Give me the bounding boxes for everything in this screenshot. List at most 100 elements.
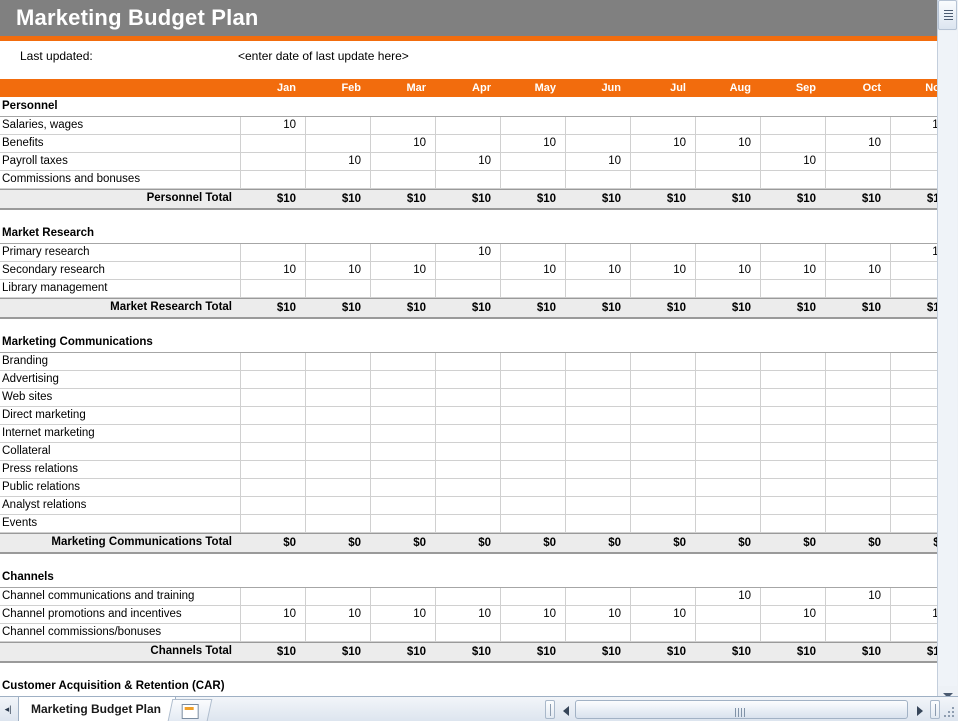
- cell-oct[interactable]: [825, 117, 890, 134]
- cell-mar[interactable]: 10: [370, 135, 435, 152]
- cell-aug[interactable]: [695, 461, 760, 478]
- cell-jan[interactable]: [240, 443, 305, 460]
- cell-oct[interactable]: 10: [825, 262, 890, 279]
- cell-sep[interactable]: [760, 117, 825, 134]
- cell-jun[interactable]: [565, 244, 630, 261]
- cell-apr[interactable]: [435, 624, 500, 641]
- cell-may[interactable]: 10: [500, 606, 565, 623]
- cell-mar[interactable]: [370, 588, 435, 605]
- scroll-end-handle[interactable]: [930, 700, 940, 719]
- cell-jun[interactable]: [565, 461, 630, 478]
- cell-apr[interactable]: [435, 497, 500, 514]
- cell-may[interactable]: [500, 117, 565, 134]
- cell-sep[interactable]: [760, 497, 825, 514]
- cell-mar[interactable]: [370, 461, 435, 478]
- cell-jun[interactable]: [565, 171, 630, 188]
- cell-oct[interactable]: 10: [825, 588, 890, 605]
- cell-may[interactable]: [500, 389, 565, 406]
- cell-jul[interactable]: 10: [630, 135, 695, 152]
- table-row[interactable]: Collateral: [0, 443, 955, 461]
- cell-jun[interactable]: 10: [565, 153, 630, 170]
- cell-sep[interactable]: [760, 479, 825, 496]
- table-row[interactable]: Commissions and bonuses: [0, 171, 955, 189]
- cell-jul[interactable]: [630, 117, 695, 134]
- cell-aug[interactable]: [695, 389, 760, 406]
- cell-feb[interactable]: [305, 443, 370, 460]
- cell-may[interactable]: [500, 461, 565, 478]
- cell-jan[interactable]: [240, 479, 305, 496]
- cell-apr[interactable]: 10: [435, 153, 500, 170]
- cell-jul[interactable]: [630, 407, 695, 424]
- cell-apr[interactable]: [435, 461, 500, 478]
- cell-jul[interactable]: [630, 425, 695, 442]
- cell-jun[interactable]: [565, 353, 630, 370]
- split-handle-icon[interactable]: [545, 700, 555, 719]
- cell-oct[interactable]: [825, 606, 890, 623]
- cell-aug[interactable]: [695, 353, 760, 370]
- cell-may[interactable]: [500, 244, 565, 261]
- cell-oct[interactable]: [825, 153, 890, 170]
- insert-worksheet-icon[interactable]: [167, 699, 213, 721]
- cell-jul[interactable]: [630, 371, 695, 388]
- table-row[interactable]: Internet marketing: [0, 425, 955, 443]
- cell-oct[interactable]: [825, 371, 890, 388]
- cell-mar[interactable]: [370, 443, 435, 460]
- cell-aug[interactable]: [695, 153, 760, 170]
- cell-oct[interactable]: [825, 497, 890, 514]
- cell-jan[interactable]: [240, 407, 305, 424]
- cell-oct[interactable]: [825, 461, 890, 478]
- vertical-scroll-track[interactable]: [938, 31, 957, 686]
- cell-jul[interactable]: [630, 479, 695, 496]
- cell-may[interactable]: [500, 371, 565, 388]
- table-row[interactable]: Salaries, wages1010: [0, 116, 955, 135]
- arrow-left-icon[interactable]: [558, 701, 574, 718]
- table-row[interactable]: Channel commissions/bonuses: [0, 624, 955, 642]
- cell-apr[interactable]: [435, 389, 500, 406]
- cell-sep[interactable]: [760, 461, 825, 478]
- cell-may[interactable]: [500, 153, 565, 170]
- cell-jan[interactable]: 10: [240, 117, 305, 134]
- cell-jul[interactable]: [630, 389, 695, 406]
- cell-jun[interactable]: [565, 425, 630, 442]
- cell-feb[interactable]: [305, 135, 370, 152]
- cell-may[interactable]: [500, 497, 565, 514]
- cell-apr[interactable]: [435, 262, 500, 279]
- cell-oct[interactable]: [825, 389, 890, 406]
- cell-may[interactable]: [500, 443, 565, 460]
- cell-jul[interactable]: [630, 624, 695, 641]
- cell-apr[interactable]: 10: [435, 606, 500, 623]
- cell-feb[interactable]: [305, 407, 370, 424]
- table-row[interactable]: Advertising: [0, 371, 955, 389]
- cell-feb[interactable]: 10: [305, 153, 370, 170]
- cell-jul[interactable]: [630, 461, 695, 478]
- table-row[interactable]: Press relations: [0, 461, 955, 479]
- cell-jun[interactable]: [565, 588, 630, 605]
- cell-aug[interactable]: [695, 244, 760, 261]
- cell-jan[interactable]: [240, 425, 305, 442]
- cell-jun[interactable]: [565, 407, 630, 424]
- cell-feb[interactable]: 10: [305, 262, 370, 279]
- cell-jul[interactable]: [630, 280, 695, 297]
- cell-aug[interactable]: [695, 497, 760, 514]
- cell-sep[interactable]: 10: [760, 153, 825, 170]
- cell-jun[interactable]: [565, 479, 630, 496]
- cell-jun[interactable]: [565, 280, 630, 297]
- cell-mar[interactable]: [370, 280, 435, 297]
- cell-jun[interactable]: [565, 515, 630, 532]
- cell-aug[interactable]: [695, 117, 760, 134]
- cell-feb[interactable]: [305, 280, 370, 297]
- cell-sep[interactable]: [760, 515, 825, 532]
- cell-mar[interactable]: [370, 171, 435, 188]
- cell-may[interactable]: [500, 171, 565, 188]
- cell-jul[interactable]: [630, 244, 695, 261]
- table-row[interactable]: Benefits 10 10 10 10 10: [0, 135, 955, 153]
- table-row[interactable]: Branding: [0, 352, 955, 371]
- cell-feb[interactable]: [305, 117, 370, 134]
- cell-mar[interactable]: [370, 407, 435, 424]
- table-row[interactable]: Channel promotions and incentives 10 10 10 1…: [0, 606, 955, 624]
- cell-oct[interactable]: [825, 171, 890, 188]
- cell-mar[interactable]: [370, 515, 435, 532]
- cell-apr[interactable]: [435, 135, 500, 152]
- cell-may[interactable]: [500, 280, 565, 297]
- cell-aug[interactable]: [695, 606, 760, 623]
